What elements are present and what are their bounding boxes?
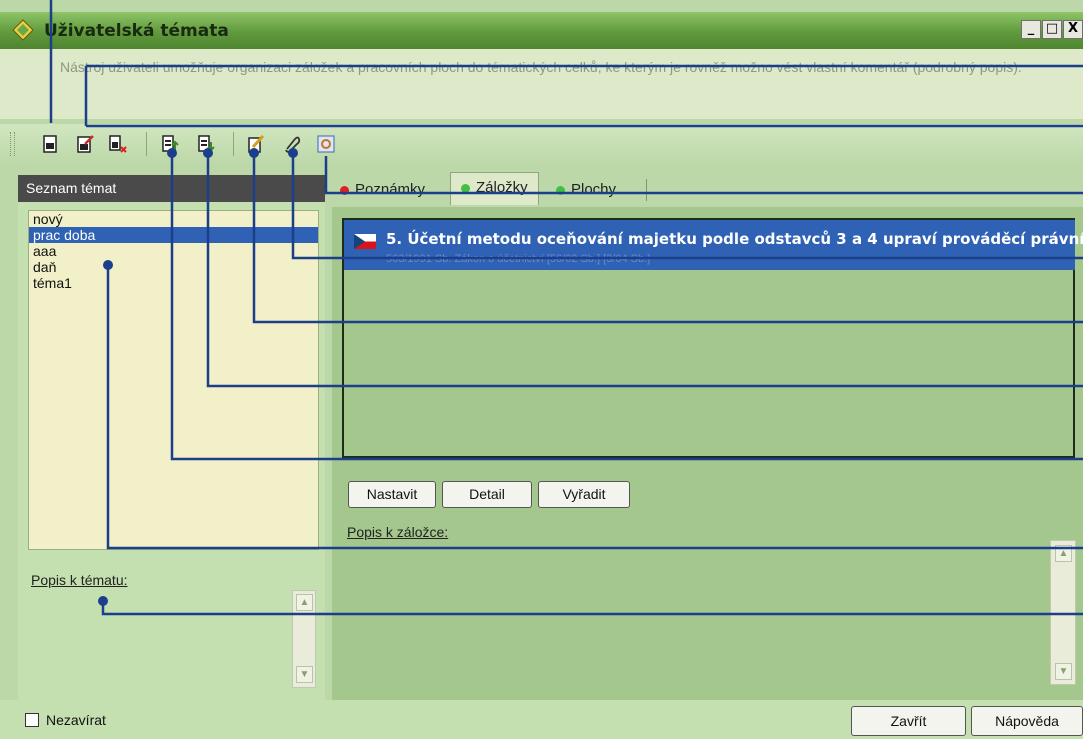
scroll-up-arrow[interactable]: ▲ — [1055, 545, 1072, 562]
delete-topic-icon[interactable] — [108, 134, 128, 154]
tab-bookmarks-label: Záložky — [476, 179, 528, 196]
window-title: Uživatelská témata — [44, 21, 229, 41]
tab-notes-label: Poznámky — [355, 181, 426, 198]
bookmark-row-selected[interactable]: 5. Účetní metodu oceňování majetku podle… — [344, 220, 1083, 270]
detail-button[interactable]: Detail — [442, 481, 532, 508]
move-down-icon[interactable] — [196, 134, 216, 154]
app-window: Uživatelská témata _ □ X Nástroj uživate… — [0, 0, 1083, 739]
topic-item-selected[interactable]: prac doba — [29, 227, 318, 243]
maximize-button[interactable]: □ — [1042, 20, 1062, 39]
toolbar-grip[interactable] — [10, 132, 15, 156]
red-status-icon — [340, 185, 349, 195]
minimize-button[interactable]: _ — [1021, 20, 1041, 39]
keep-open-label: Nezavírat — [46, 712, 106, 728]
topic-description-label: Popis k tématu: — [31, 572, 128, 588]
bookmark-title: 5. Účetní metodu oceňování majetku podle… — [386, 230, 1083, 248]
topic-item[interactable]: daň — [29, 259, 318, 275]
close-window-button[interactable]: X — [1063, 20, 1083, 39]
attach-icon[interactable] — [282, 134, 302, 154]
scroll-down-arrow[interactable]: ▼ — [296, 666, 313, 683]
toolbar-separator — [146, 132, 147, 156]
new-topic-icon[interactable] — [40, 134, 60, 154]
bookmark-list[interactable]: 5. Účetní metodu oceňování majetku podle… — [342, 218, 1083, 458]
green-status-icon — [556, 185, 565, 195]
edit-topic-icon[interactable] — [75, 134, 95, 154]
toolbar-separator — [233, 132, 234, 156]
topic-list-header: Seznam témat — [18, 175, 325, 202]
scroll-up-arrow[interactable]: ▲ — [296, 594, 313, 611]
toolbar — [0, 124, 1083, 164]
topic-description-scrollbar[interactable]: ▲ ▼ — [292, 590, 316, 688]
czech-flag-icon — [354, 234, 376, 249]
bookmark-description-scrollbar[interactable]: ▲ ▼ — [1050, 540, 1076, 685]
help-button[interactable]: Nápověda — [971, 706, 1083, 736]
bookmark-description-label: Popis k záložce: — [347, 524, 449, 540]
close-button[interactable]: Zavřít — [851, 706, 966, 736]
tab-notes[interactable]: Poznámky — [340, 175, 425, 205]
edit-note-icon[interactable] — [246, 134, 266, 154]
title-bar: Uživatelská témata _ □ X — [0, 12, 1083, 49]
green-status-icon — [461, 183, 470, 193]
tab-separator — [646, 179, 647, 201]
topic-item[interactable]: téma1 — [29, 275, 318, 291]
remove-button[interactable]: Vyřadit — [538, 481, 630, 508]
tab-bar: Poznámky Záložky Plochy — [330, 172, 1083, 207]
topic-item[interactable]: nový — [29, 211, 318, 227]
topic-item[interactable]: aaa — [29, 243, 318, 259]
keep-open-checkbox[interactable] — [25, 713, 39, 727]
set-button[interactable]: Nastavit — [348, 481, 436, 508]
move-up-icon[interactable] — [160, 134, 180, 154]
settings-icon[interactable] — [316, 134, 336, 154]
tab-desktops[interactable]: Plochy — [556, 175, 616, 205]
description-bar: Nástroj uživateli umožňuje organizaci zá… — [0, 49, 1083, 119]
tab-bookmarks[interactable]: Záložky — [450, 172, 539, 205]
scroll-down-arrow[interactable]: ▼ — [1055, 663, 1072, 680]
topic-list[interactable]: nový prac doba aaa daň téma1 — [28, 210, 319, 550]
tool-description: Nástroj uživateli umožňuje organizaci zá… — [60, 59, 1022, 75]
tab-desktops-label: Plochy — [571, 181, 617, 198]
app-logo-icon — [12, 19, 34, 41]
bookmark-source: 563/1991 Sb. Zákon o účetnictví [56/02 S… — [386, 253, 651, 265]
